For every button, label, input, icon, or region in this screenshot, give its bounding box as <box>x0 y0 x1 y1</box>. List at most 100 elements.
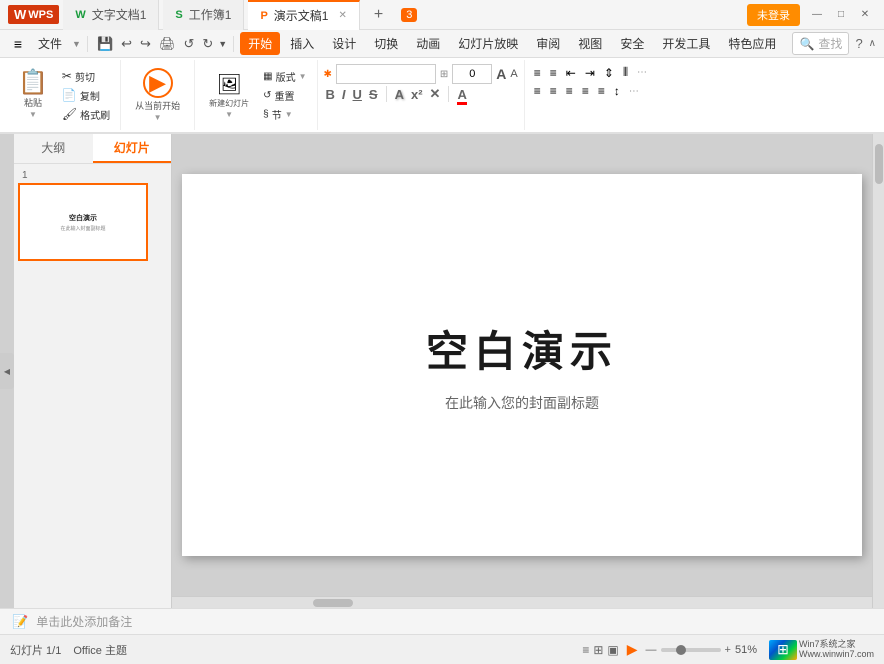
slide-canvas[interactable]: 空白演示 在此输入您的封面副标题 <box>182 174 862 556</box>
sidebar-toggle-button[interactable]: ◀ <box>0 353 14 389</box>
reset-star-icon: ✱ <box>324 69 332 80</box>
indent-increase-button[interactable]: ⇥ <box>582 65 598 81</box>
indent-decrease-button[interactable]: ⇤ <box>563 65 579 81</box>
login-button[interactable]: 未登录 <box>747 4 800 26</box>
menu-view[interactable]: 视图 <box>570 32 610 55</box>
layout-button[interactable]: ▦ 版式 ▼ <box>259 67 310 85</box>
zoom-out-button[interactable]: — <box>646 644 657 656</box>
paste-dropdown-icon[interactable]: ▼ <box>29 110 37 119</box>
justify-button[interactable]: ≡ <box>579 83 592 99</box>
redo-icon[interactable]: ↪ <box>137 34 154 54</box>
notes-icon: 📝 <box>12 614 28 630</box>
tab-presentation1[interactable]: P 演示文稿1 ✕ <box>248 0 359 30</box>
italic-button[interactable]: I <box>340 87 348 102</box>
maximize-button[interactable]: □ <box>830 6 852 24</box>
text-direction-button[interactable]: ⇕ <box>601 65 617 81</box>
strikethrough-button[interactable]: S <box>367 87 380 102</box>
underline-button[interactable]: U <box>351 87 364 102</box>
more-align-button[interactable]: ⋯ <box>626 85 642 98</box>
new-tab-button[interactable]: + <box>364 6 393 24</box>
copy-button[interactable]: 📄 复制 <box>58 86 114 104</box>
menu-animation[interactable]: 动画 <box>408 32 448 55</box>
number-list-button[interactable]: ≡ <box>547 65 560 81</box>
view-list-icon[interactable]: ≡ <box>582 643 589 657</box>
menu-design[interactable]: 设计 <box>324 32 364 55</box>
vertical-scrollbar[interactable] <box>872 134 884 608</box>
align-left-button[interactable]: ≡ <box>531 83 544 99</box>
bullet-list-button[interactable]: ≡ <box>531 65 544 81</box>
slides-tab[interactable]: 幻灯片 <box>93 134 172 163</box>
format-brush-button[interactable]: 🖌 格式刷 <box>58 105 114 123</box>
h-scroll-thumb[interactable] <box>313 599 353 607</box>
v-scroll-thumb[interactable] <box>875 144 883 184</box>
align-right-button[interactable]: ≡ <box>563 83 576 99</box>
superscript-button[interactable]: x² <box>409 87 425 102</box>
undo2-icon[interactable]: ↺ <box>180 34 197 54</box>
zoom-thumb[interactable] <box>676 645 686 655</box>
cut-label: 剪切 <box>75 69 95 84</box>
more-para-button[interactable]: ⋯ <box>634 66 650 79</box>
font-name-row: ✱ ⊞ A A <box>324 64 518 84</box>
slide-thumbnail-1[interactable]: 空白演示 在此输入封面副标题 <box>18 183 148 261</box>
font-size-small-btn[interactable]: A <box>510 68 517 80</box>
notes-bar[interactable]: 📝 单击此处添加备注 <box>0 608 884 634</box>
view-buttons: ≡ ⊞ ▣ <box>582 643 618 657</box>
font-name-input-area[interactable] <box>336 64 436 84</box>
outline-tab[interactable]: 大纲 <box>14 134 93 163</box>
help-button[interactable]: ? <box>855 36 862 51</box>
notes-placeholder: 单击此处添加备注 <box>36 613 132 630</box>
tab-document1[interactable]: W 文字文档1 <box>63 0 159 30</box>
close-button[interactable]: ✕ <box>854 6 876 24</box>
menu-security[interactable]: 安全 <box>612 32 652 55</box>
shadow-button[interactable]: A <box>393 87 406 102</box>
menu-special[interactable]: 特色应用 <box>720 32 784 55</box>
menu-file[interactable]: 文件 <box>30 32 70 55</box>
search-box[interactable]: 🔍 查找 <box>792 32 849 55</box>
horizontal-scrollbar[interactable] <box>172 596 872 608</box>
font-size-input[interactable] <box>452 64 492 84</box>
align-center-button[interactable]: ≡ <box>547 83 560 99</box>
titlebar: W WPS W 文字文档1 S 工作簿1 P 演示文稿1 ✕ + 3 未登录 —… <box>0 0 884 30</box>
collapse-icon[interactable]: ∧ <box>869 38 876 49</box>
menu-home[interactable]: 开始 <box>240 32 280 55</box>
wps-logo[interactable]: W WPS <box>8 5 59 24</box>
undo-icon[interactable]: ↩ <box>118 34 135 54</box>
menu-devtools[interactable]: 开发工具 <box>654 32 718 55</box>
cut-button[interactable]: ✂ 剪切 <box>58 67 114 85</box>
save-icon[interactable]: 💾 <box>94 34 116 54</box>
cut-icon: ✂ <box>62 69 72 83</box>
tab-spreadsheet1[interactable]: S 工作簿1 <box>163 0 244 30</box>
new-slide-dropdown-icon[interactable]: ▼ <box>225 110 233 119</box>
print-icon[interactable]: 🖨 <box>156 34 179 54</box>
clear-format-button[interactable]: ✕ <box>428 86 443 102</box>
font-color-button[interactable]: A <box>455 87 468 102</box>
titlebar-right: 未登录 — □ ✕ <box>747 4 884 26</box>
section-label: 节 <box>272 107 282 122</box>
menu-hamburger-icon[interactable]: ≡ <box>8 34 28 54</box>
menu-insert[interactable]: 插入 <box>282 32 322 55</box>
section-button[interactable]: § 节 ▼ <box>259 105 310 123</box>
menu-review[interactable]: 审阅 <box>528 32 568 55</box>
dropdown-icon[interactable]: ▼ <box>218 39 227 49</box>
new-slide-button[interactable]: 🖼 新建幻灯片 ▼ <box>201 65 257 125</box>
start-slideshow-button[interactable]: ▶ 从当前开始 ▼ <box>127 65 188 125</box>
slide-title: 空白演示 <box>426 318 618 379</box>
tab3-close-icon[interactable]: ✕ <box>338 10 346 21</box>
menu-switch[interactable]: 切换 <box>366 32 406 55</box>
zoom-slider[interactable] <box>661 648 721 652</box>
font-size-large-btn[interactable]: A <box>496 66 506 82</box>
distribute-button[interactable]: ≡ <box>595 83 608 99</box>
menu-slideshow[interactable]: 幻灯片放映 <box>450 32 526 55</box>
reset-button[interactable]: ↺ 重置 <box>259 86 310 104</box>
redo2-icon[interactable]: ↻ <box>199 34 216 54</box>
line-spacing-button[interactable]: ↕ <box>611 83 623 99</box>
start-dropdown-icon[interactable]: ▼ <box>154 113 162 122</box>
minimize-button[interactable]: — <box>806 6 828 24</box>
columns-button[interactable]: ⫴ <box>620 64 631 81</box>
view-grid-icon[interactable]: ⊞ <box>593 643 603 657</box>
zoom-in-button[interactable]: + <box>725 644 731 656</box>
bold-button[interactable]: B <box>324 87 337 102</box>
play-status-button[interactable]: ▶ <box>627 641 638 658</box>
view-slides-icon[interactable]: ▣ <box>607 643 618 657</box>
paste-button[interactable]: 📋 粘贴 ▼ <box>10 65 56 125</box>
